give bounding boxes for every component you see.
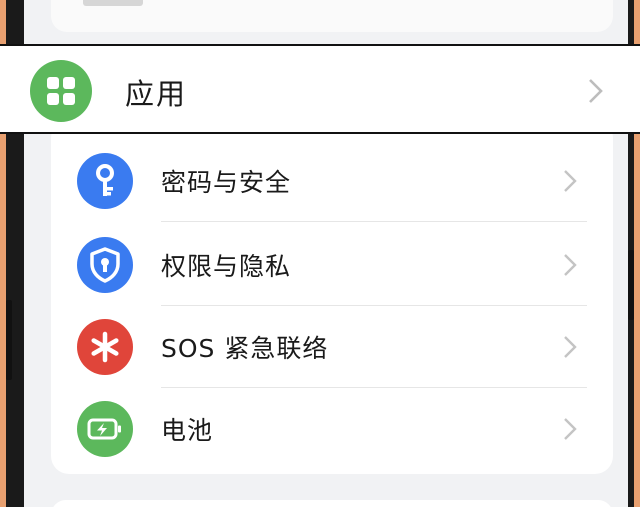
divider <box>161 221 587 222</box>
settings-item-label: 权限与隐私 <box>161 252 292 281</box>
asterisk-sos-icon <box>77 319 133 375</box>
settings-item-battery[interactable]: 电池 <box>51 388 613 470</box>
previous-settings-group <box>51 0 613 32</box>
settings-item-permissions-privacy[interactable]: 权限与隐私 <box>51 224 613 306</box>
shield-lock-icon <box>77 237 133 293</box>
chevron-right-icon <box>564 418 577 440</box>
battery-charging-icon <box>77 401 133 457</box>
chevron-right-icon <box>564 170 577 192</box>
settings-group: 密码与安全 权限与隐私 SOS 紧急联络 电池 <box>51 120 613 474</box>
settings-item-password-security[interactable]: 密码与安全 <box>51 140 613 222</box>
volume-button <box>6 300 12 380</box>
next-settings-group <box>51 500 613 507</box>
chevron-right-icon <box>589 79 603 103</box>
settings-item-label: 应用 <box>125 77 188 111</box>
previous-item-fragment <box>83 0 143 6</box>
settings-item-apps-highlight[interactable]: 应用 <box>0 44 640 134</box>
chevron-right-icon <box>564 336 577 358</box>
settings-item-sos[interactable]: SOS 紧急联络 <box>51 306 613 388</box>
settings-item-label: 密码与安全 <box>161 168 292 197</box>
key-icon <box>77 153 133 209</box>
chevron-right-icon <box>564 254 577 276</box>
settings-item-label: SOS 紧急联络 <box>161 334 329 363</box>
settings-item-label: 电池 <box>161 416 214 445</box>
apps-grid-icon <box>30 60 92 122</box>
power-button <box>628 250 634 320</box>
